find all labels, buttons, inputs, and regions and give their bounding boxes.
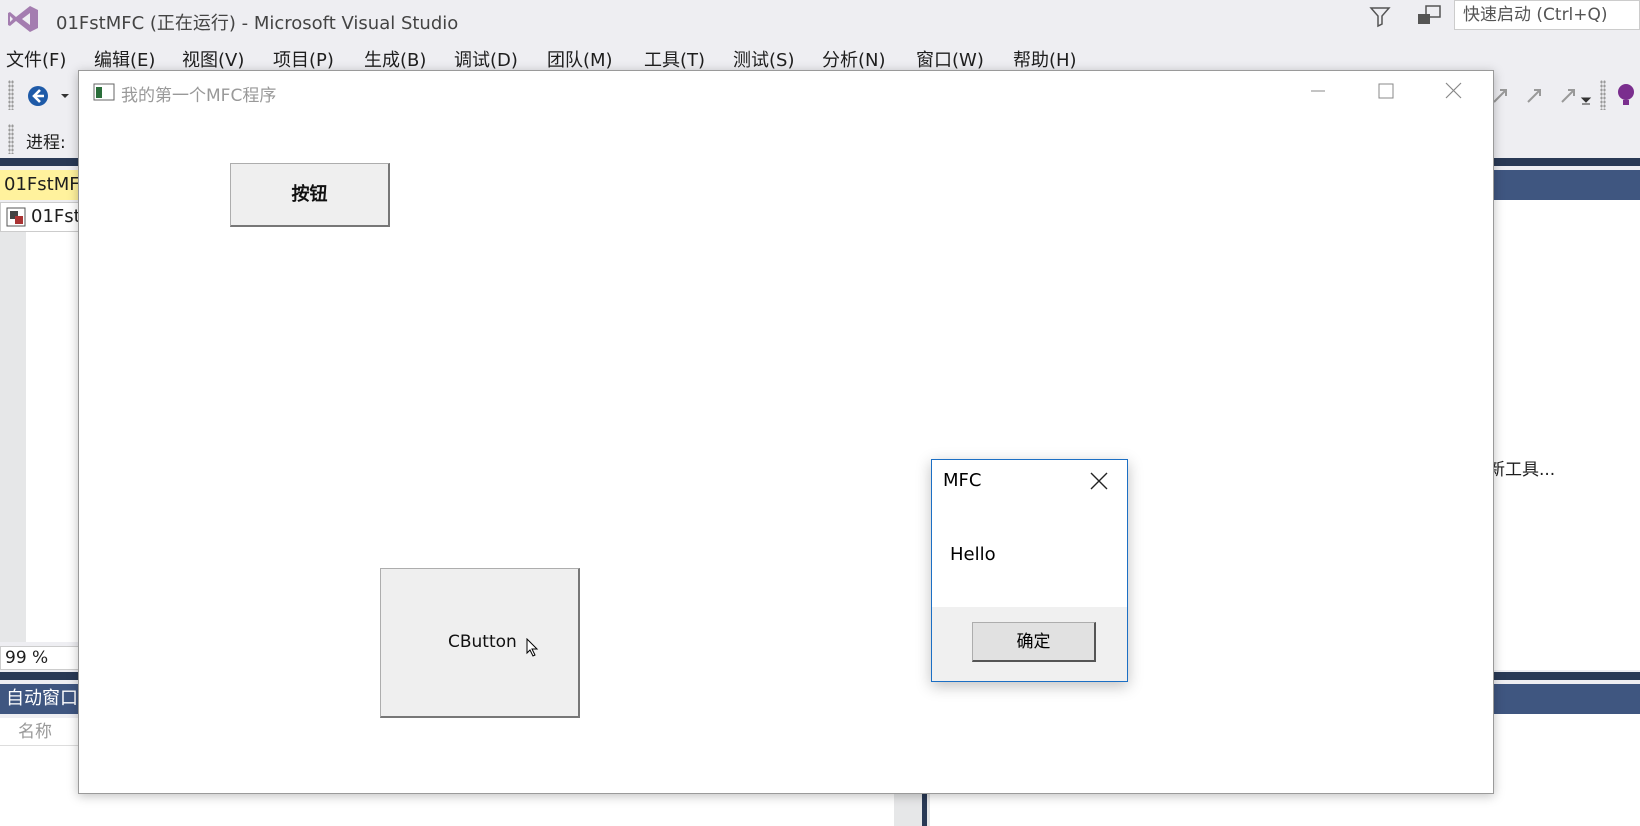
mfc-main-window: 我的第一个MFC程序 按钮 CButton MFC Hello 确定 <box>78 70 1494 794</box>
step-out-icon[interactable] <box>1558 84 1580 106</box>
right-panel-header <box>1480 170 1640 200</box>
menu-analyze[interactable]: 分析(N) <box>822 46 886 72</box>
window-title: 01FstMFC (正在运行) - Microsoft Visual Studi… <box>56 13 459 34</box>
panel-splitter-line <box>922 794 927 826</box>
feedback-icon[interactable] <box>1416 4 1442 28</box>
cbutton-button[interactable]: CButton <box>380 568 580 718</box>
navigate-back-icon[interactable] <box>26 84 50 108</box>
menu-project[interactable]: 项目(P) <box>273 46 334 72</box>
minimize-icon[interactable] <box>1283 71 1351 111</box>
project-icon <box>6 207 26 227</box>
autos-window-tab[interactable]: 自动窗口 <box>0 684 80 714</box>
autos-window-body <box>0 746 80 826</box>
filter-icon[interactable] <box>1368 4 1392 28</box>
code-editor[interactable] <box>26 232 80 642</box>
quick-launch-input[interactable]: 快速启动 (Ctrl+Q) <box>1454 0 1640 30</box>
close-icon[interactable] <box>1086 468 1112 494</box>
zoom-level[interactable]: 99 % <box>0 646 80 670</box>
menu-test[interactable]: 测试(S) <box>733 46 794 72</box>
right-panel <box>1480 200 1640 670</box>
message-box-title: MFC <box>943 470 982 491</box>
step-over-icon[interactable] <box>1524 84 1546 106</box>
lightbulb-icon[interactable] <box>1616 82 1636 108</box>
maximize-icon[interactable] <box>1351 71 1419 111</box>
right-bottom-panel-header <box>1480 684 1640 714</box>
toolbar-grip[interactable] <box>8 80 14 110</box>
message-box: MFC Hello 确定 <box>931 459 1128 682</box>
toolbar-grip[interactable] <box>8 124 14 154</box>
document-tab[interactable]: 01FstMFC <box>0 170 80 200</box>
right-bottom-panel <box>1480 714 1640 826</box>
menu-tools[interactable]: 工具(T) <box>644 46 705 72</box>
mfc-window-title: 我的第一个MFC程序 <box>121 86 277 106</box>
right-panel-text[interactable]: 新工具... <box>1488 455 1555 480</box>
menu-build[interactable]: 生成(B) <box>364 46 426 72</box>
menu-window[interactable]: 窗口(W) <box>916 46 984 72</box>
toolbar-overflow-icon[interactable] <box>1580 90 1592 106</box>
menu-help[interactable]: 帮助(H) <box>1013 46 1077 72</box>
close-icon[interactable] <box>1419 71 1487 111</box>
chevron-down-icon[interactable] <box>58 84 72 108</box>
editor-margin <box>0 232 26 642</box>
menu-edit[interactable]: 编辑(E) <box>94 46 155 72</box>
bottom-panel-area <box>80 794 1480 826</box>
menu-bar: 文件(F) 编辑(E) 视图(V) 项目(P) 生成(B) 调试(D) 团队(M… <box>0 40 1640 72</box>
cbutton-label: CButton <box>448 632 517 652</box>
anniu-button[interactable]: 按钮 <box>230 163 390 227</box>
mouse-cursor-icon <box>526 638 539 657</box>
menu-file[interactable]: 文件(F) <box>6 46 66 72</box>
process-label: 进程: <box>26 133 66 153</box>
ok-button[interactable]: 确定 <box>972 622 1096 662</box>
menu-team[interactable]: 团队(M) <box>547 46 613 72</box>
menu-view[interactable]: 视图(V) <box>182 46 244 72</box>
autos-name-column-header[interactable]: 名称 <box>0 718 80 746</box>
message-box-text: Hello <box>950 544 996 565</box>
menu-debug[interactable]: 调试(D) <box>454 46 518 72</box>
visual-studio-logo-icon <box>8 6 38 32</box>
app-window-icon <box>93 83 115 101</box>
toolbar-grip[interactable] <box>1600 80 1606 110</box>
